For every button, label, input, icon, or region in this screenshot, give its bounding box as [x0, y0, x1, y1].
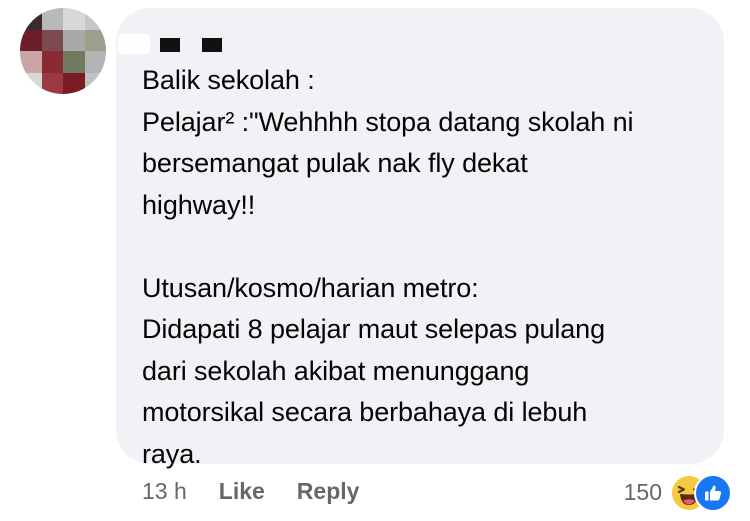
comment-meta: 13 h Like Reply [142, 478, 391, 505]
comment-line: Didapati 8 pelajar maut selepas pulang [142, 314, 606, 344]
redaction-block [160, 38, 180, 52]
redaction-block [202, 38, 222, 52]
comment-line: highway!! [142, 189, 256, 220]
timestamp[interactable]: 13 h [142, 478, 187, 505]
comment-line: Balik sekolah : [142, 65, 315, 95]
comment-line: Pelajar² :"Wehhhh stopa datang skolah ni [142, 106, 634, 137]
avatar[interactable] [20, 8, 106, 94]
comment-line: Utusan/kosmo/harian metro: [142, 272, 479, 303]
like-icon [694, 474, 732, 512]
comment-line: raya. [142, 438, 202, 469]
comment-line: dari sekolah akibat menunggang [142, 355, 530, 386]
reaction-summary[interactable]: 150 [623, 472, 732, 512]
comment-line: bersemangat pulak nak fly dekat [142, 148, 528, 178]
reply-button[interactable]: Reply [297, 478, 360, 505]
like-button[interactable]: Like [219, 478, 265, 505]
comment-blank-line [142, 226, 712, 268]
author-smear [118, 34, 150, 54]
reaction-icons [670, 472, 732, 512]
reaction-count: 150 [623, 478, 662, 505]
author-name-redacted[interactable] [160, 38, 222, 52]
comment-line: motorsikal secara berbahaya di lebuh [142, 397, 588, 427]
comment-body: Balik sekolah : Pelajar² :"Wehhhh stopa … [142, 60, 712, 475]
